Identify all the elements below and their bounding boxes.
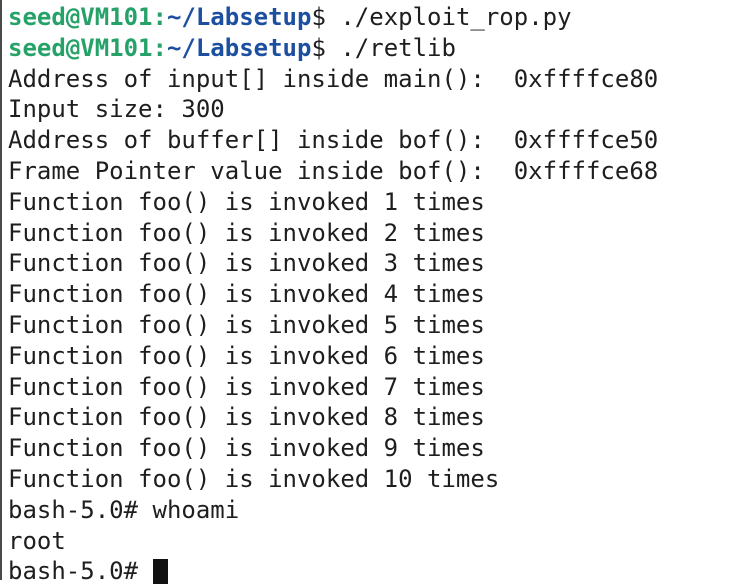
output-line: Function foo() is invoked 6 times (8, 341, 485, 370)
command-text: ./exploit_rop.py (340, 3, 572, 31)
root-prompt-final: bash-5.0# (8, 557, 153, 586)
output-line: Function foo() is invoked 4 times (8, 280, 485, 309)
output-line: Function foo() is invoked 3 times (8, 249, 485, 278)
output-line: Function foo() is invoked 8 times (8, 403, 485, 432)
output-line: Address of buffer[] inside bof(): 0xffff… (8, 126, 659, 155)
command-text: ./retlib (340, 33, 456, 62)
prompt-user: seed@VM101 (8, 33, 153, 62)
output-line: Address of input[] inside main(): 0xffff… (8, 64, 659, 93)
output-line: Function foo() is invoked 9 times (8, 434, 485, 463)
text-cursor[interactable] (152, 559, 168, 585)
terminal-window[interactable]: seed@VM101:~/Labsetup$ ./exploit_rop.py … (0, 0, 730, 585)
prompt-path: ~/Labsetup (166, 33, 312, 62)
root-prompt: bash-5.0# (8, 495, 153, 524)
root-output-line: root (8, 526, 66, 555)
prompt-path: ~/Labsetup (166, 3, 312, 31)
prompt-separator: : (152, 3, 167, 31)
prompt-symbol: $ (311, 33, 341, 62)
output-line: Function foo() is invoked 5 times (8, 310, 485, 339)
output-line: Function foo() is invoked 7 times (8, 372, 485, 401)
output-line: Frame Pointer value inside bof(): 0xffff… (8, 156, 659, 185)
output-line: Function foo() is invoked 1 times (8, 187, 485, 216)
prompt-line-1: seed@VM101:~/Labsetup$ ./exploit_rop.py (8, 2, 730, 33)
output-line: Input size: 300 (8, 95, 225, 124)
root-command-text: whoami (152, 495, 240, 524)
prompt-user: seed@VM101 (8, 3, 153, 31)
output-line: Function foo() is invoked 10 times (8, 464, 500, 493)
root-prompt-line: bash-5.0# whoami (8, 495, 730, 526)
prompt-symbol: $ (311, 3, 341, 31)
output-line: Function foo() is invoked 2 times (8, 218, 485, 247)
current-prompt-line[interactable]: bash-5.0# (8, 556, 730, 587)
prompt-line-2: seed@VM101:~/Labsetup$ ./retlib (8, 33, 730, 64)
prompt-separator: : (152, 33, 167, 62)
